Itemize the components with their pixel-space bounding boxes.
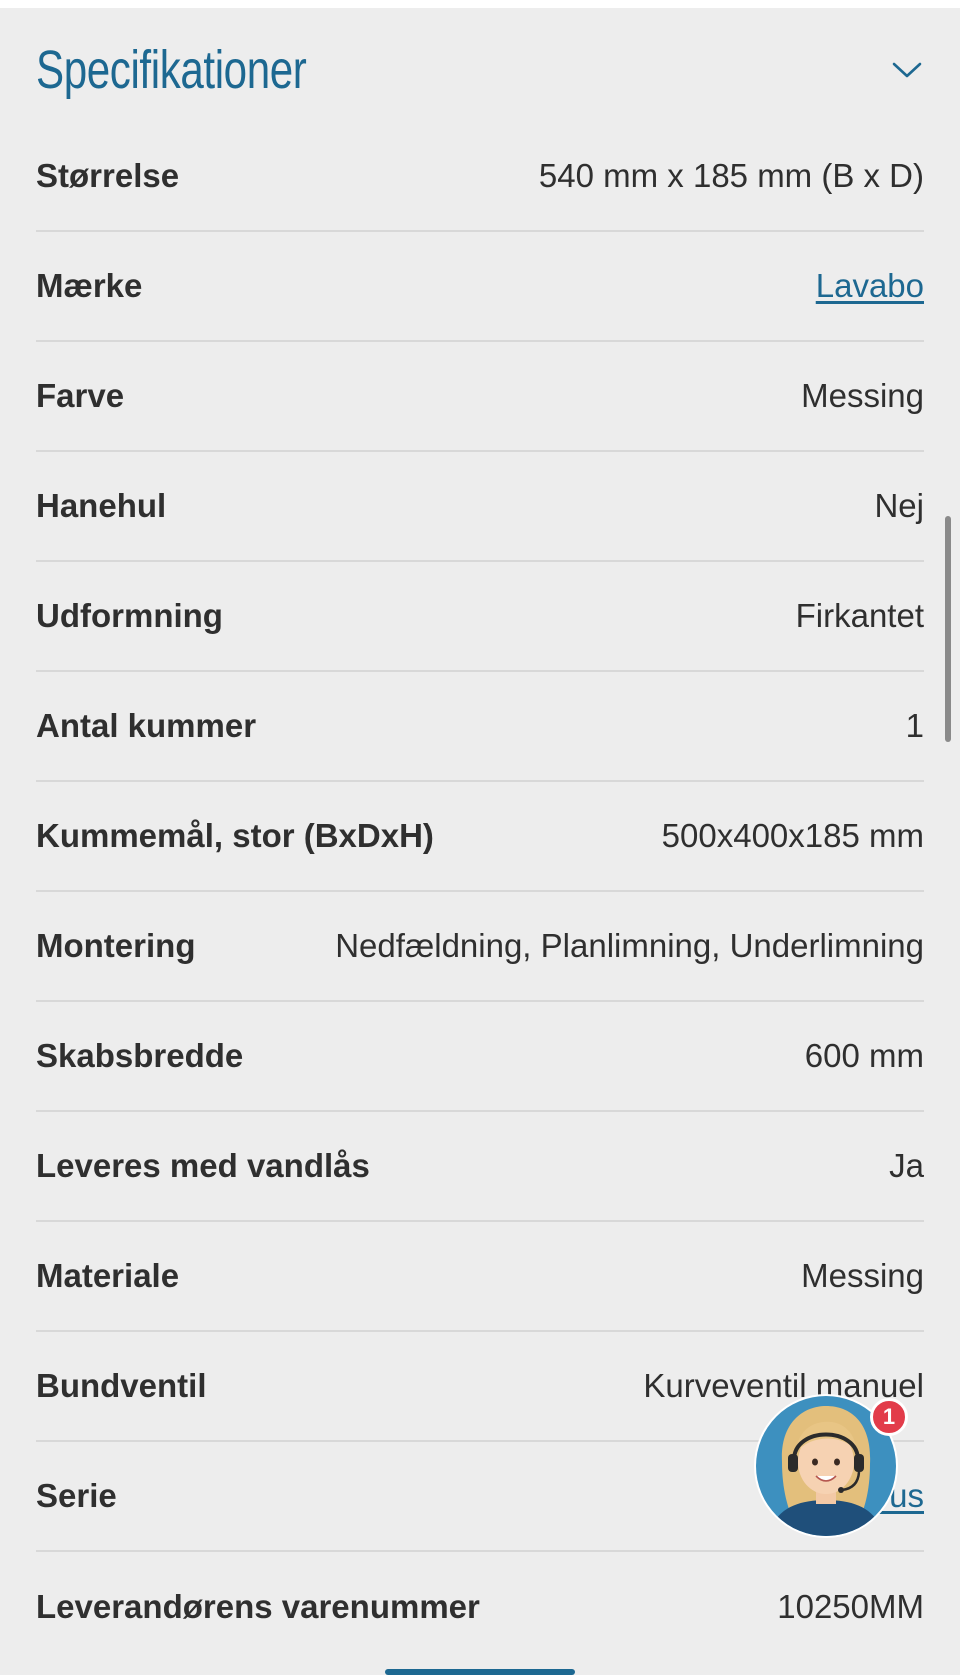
spec-value: Ja — [889, 1147, 924, 1184]
spec-row: Materiale Messing — [36, 1222, 924, 1332]
spec-label: Montering — [36, 927, 196, 964]
spec-label: Mærke — [36, 267, 143, 304]
spec-label: Leveres med vandlås — [36, 1147, 370, 1184]
spec-value: 600 mm — [804, 1037, 924, 1074]
product-specifications-page: Specifikationer Størrelse 540 mm x 185 mm… — [0, 0, 960, 1675]
top-edge — [0, 0, 960, 8]
spec-row: Leverandørens varenummer 10250MM — [36, 1552, 924, 1662]
chevron-down-icon[interactable] — [890, 53, 924, 87]
section-title: Specifikationer — [36, 40, 307, 100]
specifications-header[interactable]: Specifikationer — [36, 30, 924, 110]
spec-label: Udformning — [36, 597, 223, 634]
spec-label: Bundventil — [36, 1367, 207, 1404]
spec-row: Leveres med vandlås Ja — [36, 1112, 924, 1222]
spec-row: Farve Messing — [36, 342, 924, 452]
bottom-indicator-bar — [385, 1669, 575, 1675]
spec-value: Messing — [801, 377, 924, 414]
spec-label: Farve — [36, 377, 125, 414]
spec-value: Nej — [874, 487, 924, 524]
spec-label: Serie — [36, 1477, 117, 1514]
spec-value-link[interactable]: Lavabo — [816, 267, 924, 305]
spec-label: Materiale — [36, 1257, 180, 1294]
spec-row: Skabsbredde 600 mm — [36, 1002, 924, 1112]
spec-value: 10250MM — [777, 1588, 924, 1625]
spec-row: Antal kummer 1 — [36, 672, 924, 782]
spec-value: Nedfældning, Planlimning, Underlimning — [335, 927, 924, 964]
spec-row: Kummemål, stor (BxDxH) 500x400x185 mm — [36, 782, 924, 892]
spec-value: 500x400x185 mm — [661, 817, 924, 854]
spec-row: Montering Nedfældning, Planlimning, Under… — [36, 892, 924, 1002]
spec-value: 540 mm x 185 mm (B x D) — [538, 157, 924, 194]
spec-value: Firkantet — [795, 597, 924, 634]
spec-label: Skabsbredde — [36, 1037, 244, 1074]
scrollbar-thumb[interactable] — [945, 516, 951, 742]
spec-label: Kummemål, stor (BxDxH) — [36, 817, 434, 854]
spec-row: Størrelse 540 mm x 185 mm (B x D) — [36, 122, 924, 232]
spec-row: Hanehul Nej — [36, 452, 924, 562]
spec-value: Messing — [801, 1257, 924, 1294]
spec-label: Hanehul — [36, 487, 167, 524]
spec-value: 1 — [905, 707, 924, 744]
spec-label: Størrelse — [36, 157, 180, 194]
spec-label: Antal kummer — [36, 707, 257, 744]
spec-label: Leverandørens varenummer — [36, 1588, 480, 1625]
chat-notification-badge: 1 — [870, 1398, 908, 1436]
spec-row: Mærke Lavabo — [36, 232, 924, 342]
spec-row: Udformning Firkantet — [36, 562, 924, 672]
